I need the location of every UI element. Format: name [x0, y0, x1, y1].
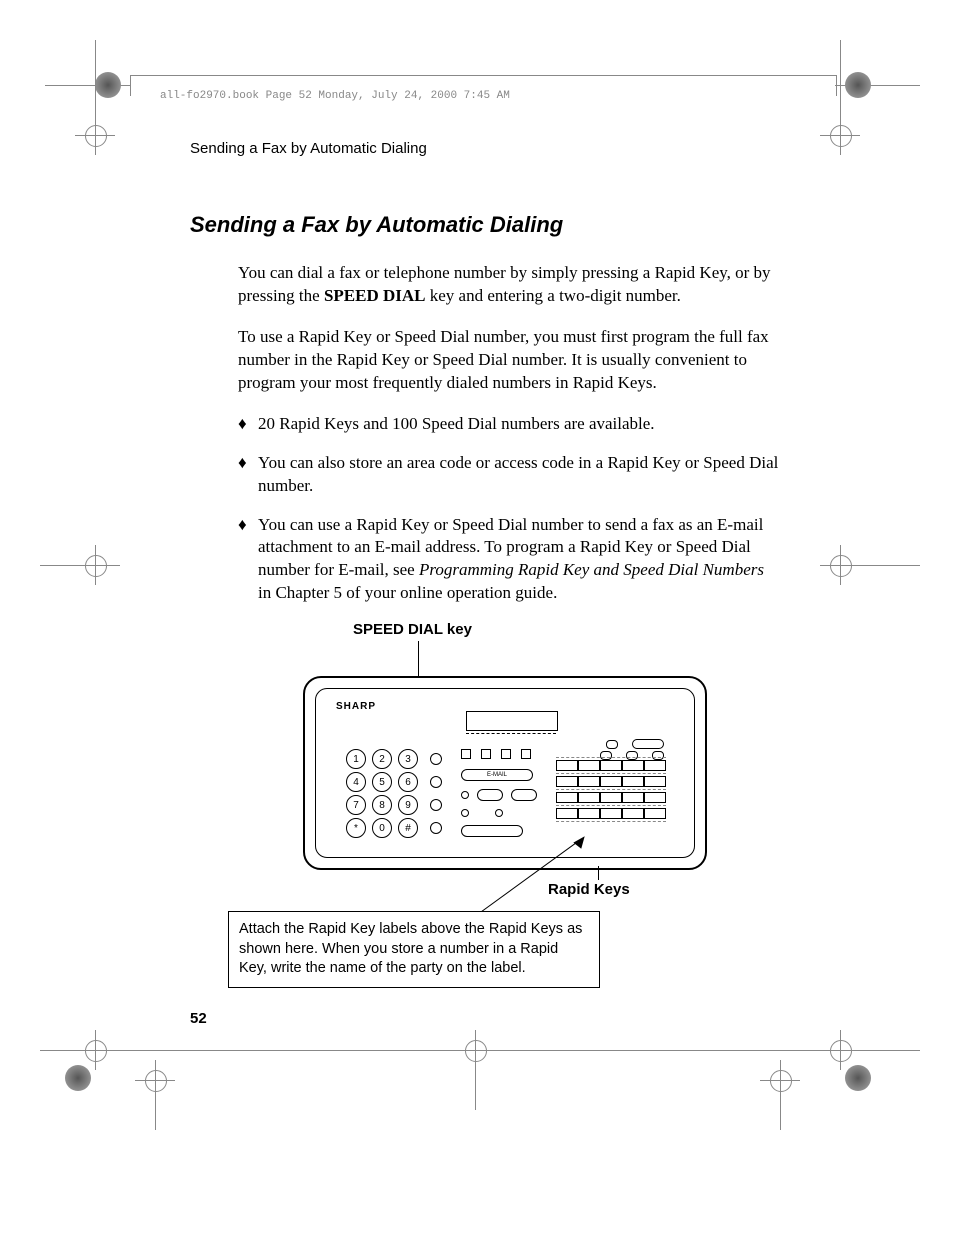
page-number: 52 [190, 1010, 207, 1027]
mode-icon [521, 749, 531, 759]
panel-inner: SHARP 1 2 3 4 5 6 [315, 688, 695, 858]
bold-text: SPEED DIAL [324, 286, 426, 305]
key-6: 6 [398, 772, 418, 792]
list-text: You can also store an area code or acces… [258, 452, 780, 498]
paragraph: To use a Rapid Key or Speed Dial number,… [238, 326, 780, 395]
key-3: 3 [398, 749, 418, 769]
running-head: Sending a Fax by Automatic Dialing [190, 140, 780, 157]
indicator-dot [430, 753, 442, 765]
oval-button [477, 789, 503, 801]
key-7: 7 [346, 795, 366, 815]
crop-line [40, 1050, 920, 1051]
bullet-marker: ♦ [238, 413, 258, 436]
list-item: ♦ 20 Rapid Keys and 100 Speed Dial numbe… [238, 413, 780, 436]
page-content: Sending a Fax by Automatic Dialing Sendi… [190, 140, 780, 1001]
key-8: 8 [372, 795, 392, 815]
key-4: 4 [346, 772, 366, 792]
bullet-marker: ♦ [238, 514, 258, 606]
reg-mark [75, 115, 115, 155]
small-icon [461, 791, 469, 799]
rapid-keys-grid [556, 757, 666, 824]
mode-icons [461, 749, 531, 765]
mid-controls [461, 789, 537, 837]
key-2: 2 [372, 749, 392, 769]
rapid-keys-label: Rapid Keys [548, 881, 630, 898]
oval-button [511, 789, 537, 801]
reg-dot [65, 1065, 91, 1091]
bullet-marker: ♦ [238, 452, 258, 498]
indicator-dot [430, 776, 442, 788]
crop-line [40, 565, 120, 566]
keypad: 1 2 3 4 5 6 7 8 9 [346, 749, 442, 841]
mode-icon [481, 749, 491, 759]
source-header: all-fo2970.book Page 52 Monday, July 24,… [160, 90, 510, 102]
crop-line [95, 40, 96, 120]
bullet-list: ♦ 20 Rapid Keys and 100 Speed Dial numbe… [238, 413, 780, 606]
reg-mark [820, 115, 860, 155]
mode-icon [501, 749, 511, 759]
crop-line [155, 1080, 156, 1130]
crop-line [780, 1080, 781, 1130]
lcd-display [466, 711, 558, 731]
key-star: * [346, 818, 366, 838]
reg-dot [845, 1065, 871, 1091]
key-5: 5 [372, 772, 392, 792]
list-text: 20 Rapid Keys and 100 Speed Dial numbers… [258, 413, 780, 436]
list-item: ♦ You can also store an area code or acc… [238, 452, 780, 498]
pill-button [632, 739, 664, 749]
italic-text: Programming Rapid Key and Speed Dial Num… [419, 560, 764, 579]
display-divider [466, 733, 556, 734]
top-controls [606, 739, 664, 749]
section-title: Sending a Fax by Automatic Dialing [190, 212, 780, 238]
text: key and entering a two-digit number. [426, 286, 681, 305]
body-text: You can dial a fax or telephone number b… [238, 262, 780, 395]
figure-caption: Attach the Rapid Key labels above the Ra… [228, 911, 600, 988]
figure: SPEED DIAL key SHARP 1 2 3 4 5 [238, 621, 780, 1001]
key-9: 9 [398, 795, 418, 815]
key-0: 0 [372, 818, 392, 838]
list-text: You can use a Rapid Key or Speed Dial nu… [258, 514, 780, 606]
text: in Chapter 5 of your online operation gu… [258, 583, 557, 602]
indicator-dot [430, 822, 442, 834]
small-button [606, 740, 618, 749]
indicator-dot [430, 799, 442, 811]
paragraph: You can dial a fax or telephone number b… [238, 262, 780, 308]
key-hash: # [398, 818, 418, 838]
crop-line [475, 1050, 476, 1110]
key-1: 1 [346, 749, 366, 769]
brand-label: SHARP [336, 701, 376, 712]
mode-icon [461, 749, 471, 759]
crop-line [840, 565, 920, 566]
callout-line [598, 866, 599, 880]
speed-dial-label: SPEED DIAL key [353, 621, 472, 638]
email-button: E-MAIL [461, 769, 533, 781]
reg-dot [845, 72, 871, 98]
crop-line [840, 40, 841, 120]
list-item: ♦ You can use a Rapid Key or Speed Dial … [238, 514, 780, 606]
oval-button [461, 825, 523, 837]
small-icon [461, 809, 469, 817]
reg-dot [95, 72, 121, 98]
fax-panel-illustration: SHARP 1 2 3 4 5 6 [303, 676, 707, 870]
small-icon [495, 809, 503, 817]
